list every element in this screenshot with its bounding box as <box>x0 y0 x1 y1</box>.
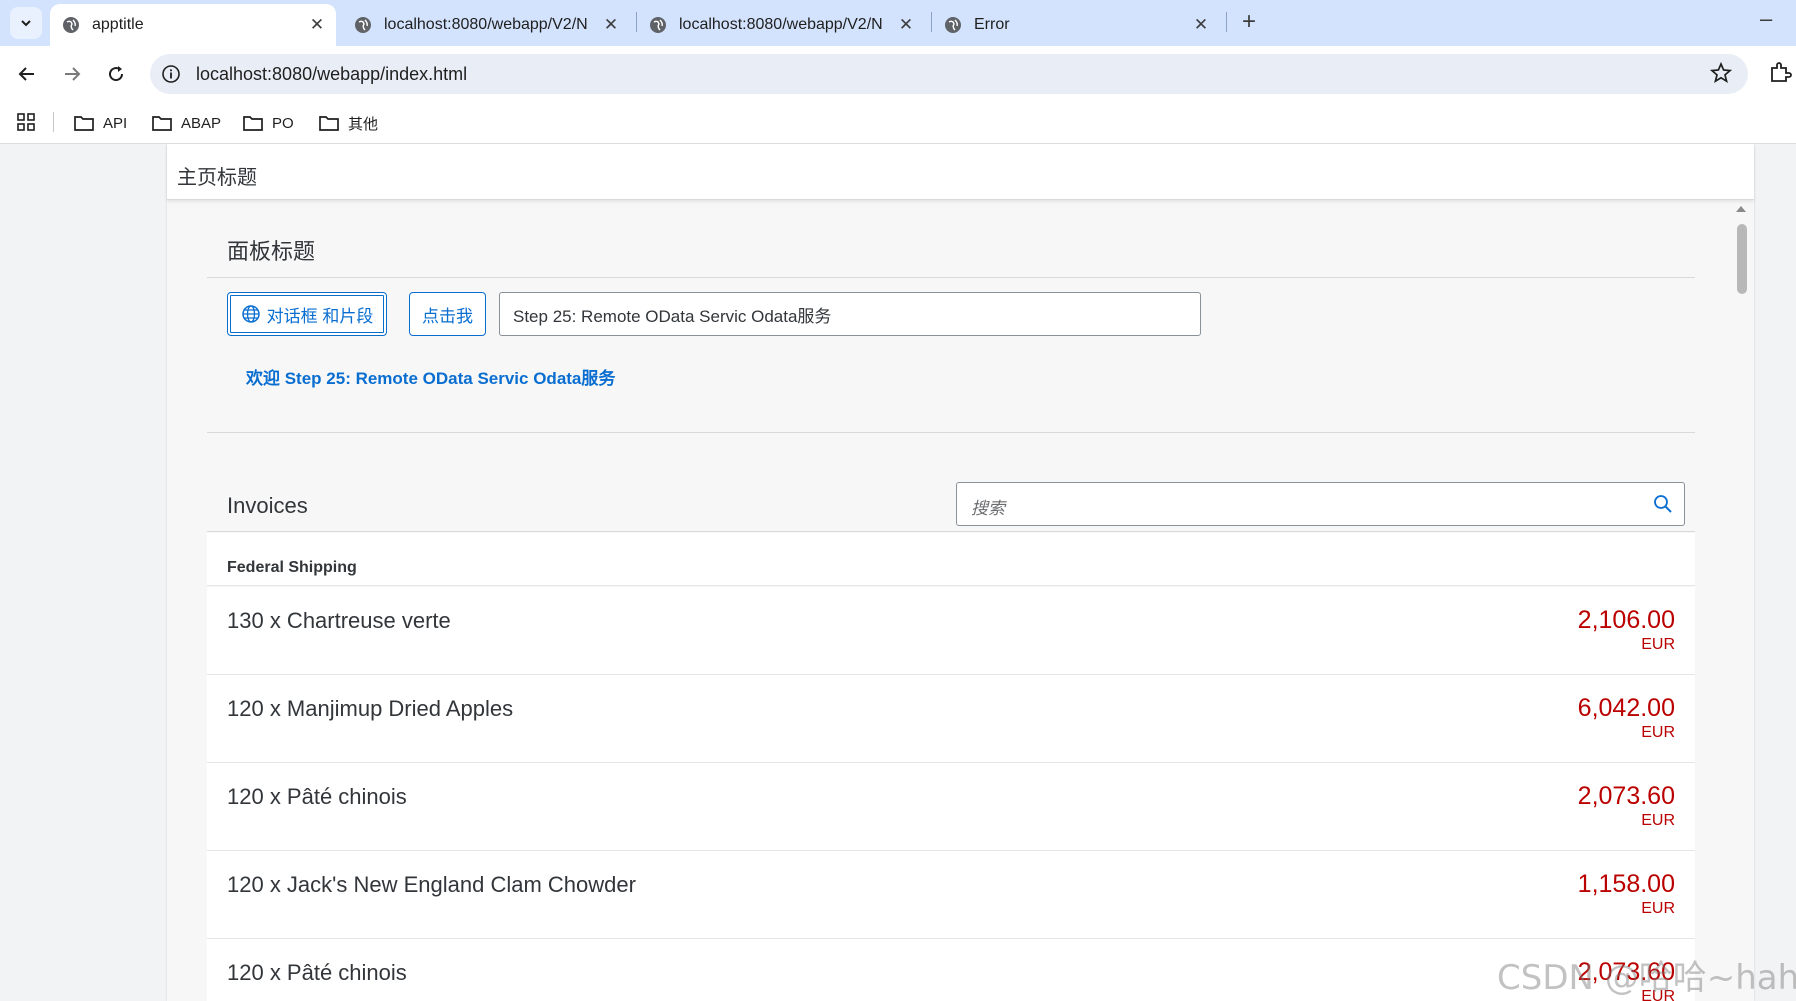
close-tab-icon[interactable]: ✕ <box>1188 15 1214 35</box>
bookmark-folder-other[interactable]: 其他 <box>318 110 378 136</box>
search-icon[interactable] <box>1652 493 1674 515</box>
name-input[interactable]: Step 25: Remote OData Servic Odata服务 <box>499 292 1201 336</box>
tab-separator <box>1226 12 1227 32</box>
arrow-left-icon <box>18 67 34 81</box>
tab-title: localhost:8080/webapp/V2/N <box>679 16 883 33</box>
panel-title: 面板标题 <box>227 239 316 264</box>
tab-title: Error <box>974 16 1010 33</box>
folder-icon <box>243 116 263 131</box>
back-button[interactable] <box>11 58 43 90</box>
reload-icon <box>109 66 124 82</box>
panel-header: 面板标题 <box>207 200 1695 278</box>
tab-error[interactable]: Error ✕ <box>932 4 1220 46</box>
name-input-value: Step 25: Remote OData Servic Odata服务 <box>513 306 832 326</box>
bookmark-label: ABAP <box>181 114 222 132</box>
invoice-item[interactable]: 120 x Manjimup Dried Apples 6,042.00 EUR <box>207 675 1695 763</box>
invoice-item-currency: EUR <box>1641 812 1675 829</box>
tab-title: apptitle <box>92 16 144 33</box>
invoice-item-currency: EUR <box>1641 724 1675 741</box>
bookmark-folder-api[interactable]: API <box>73 110 127 136</box>
tab-apptitle[interactable]: apptitle ✕ <box>50 4 336 46</box>
arrow-right-icon <box>65 67 81 81</box>
search-placeholder: 搜索 <box>971 499 1005 518</box>
group-title: Federal Shipping <box>227 559 357 576</box>
globe-icon <box>355 17 371 33</box>
apps-grid-icon[interactable] <box>16 112 36 132</box>
search-field[interactable]: 搜索 <box>956 482 1685 526</box>
invoice-item-name: 120 x Pâté chinois <box>227 784 407 809</box>
invoice-item-name: 120 x Pâté chinois <box>227 960 407 985</box>
invoice-item-amount: 2,073.60 <box>1577 782 1675 810</box>
invoice-item[interactable]: 120 x Pâté chinois 2,073.60 EUR <box>207 939 1695 1001</box>
tab-localhost-2[interactable]: localhost:8080/webapp/V2/N ✕ <box>637 4 925 46</box>
invoice-item-name: 120 x Manjimup Dried Apples <box>227 696 514 721</box>
scroll-up-arrow[interactable] <box>1736 206 1746 212</box>
tab-title: localhost:8080/webapp/V2/N <box>384 16 588 33</box>
bookmark-star-icon[interactable] <box>1710 62 1732 84</box>
invoice-item-amount: 2,106.00 <box>1577 606 1675 634</box>
invoice-item-amount: 1,158.00 <box>1577 870 1675 898</box>
scrollbar-thumb[interactable] <box>1737 224 1747 294</box>
watermark: CSDN @哈哈~haha <box>1497 958 1796 998</box>
folder-icon <box>152 116 172 131</box>
tab-search-button[interactable] <box>10 7 42 39</box>
world-icon <box>241 305 260 323</box>
close-tab-icon[interactable]: ✕ <box>598 15 624 35</box>
minimize-window-button[interactable]: – <box>1760 6 1772 32</box>
site-info-icon[interactable] <box>160 63 182 85</box>
bookmark-label: API <box>103 114 128 132</box>
group-header: Federal Shipping <box>207 533 1695 586</box>
invoice-list-toolbar: Invoices 搜索 <box>207 468 1695 532</box>
click-me-button[interactable]: 点击我 <box>409 292 486 336</box>
browser-toolbar: localhost:8080/webapp/index.html <box>0 46 1796 102</box>
close-tab-icon[interactable]: ✕ <box>304 15 330 35</box>
invoice-item-amount: 6,042.00 <box>1577 694 1675 722</box>
close-tab-icon[interactable]: ✕ <box>893 15 919 35</box>
page-title: 主页标题 <box>177 167 257 189</box>
invoice-item[interactable]: 120 x Jack's New England Clam Chowder 1,… <box>207 851 1695 939</box>
panel-divider <box>207 432 1695 433</box>
extensions-icon[interactable] <box>1768 60 1792 84</box>
bookmarks-separator <box>53 112 54 132</box>
globe-icon <box>650 17 666 33</box>
invoice-item-name: 130 x Chartreuse verte <box>227 608 451 633</box>
reload-button[interactable] <box>100 58 132 90</box>
folder-icon <box>319 116 339 131</box>
folder-icon <box>74 116 94 131</box>
tab-localhost-1[interactable]: localhost:8080/webapp/V2/N ✕ <box>342 4 630 46</box>
invoice-list-title: Invoices <box>227 493 308 518</box>
welcome-text: 欢迎 Step 25: Remote OData Servic Odata服务 <box>246 369 616 388</box>
chevron-down-icon <box>21 20 31 27</box>
bookmark-folder-po[interactable]: PO <box>242 110 294 136</box>
invoice-item-currency: EUR <box>1641 900 1675 917</box>
page-viewport: 主页标题 面板标题 对话框 和片段 点击我 Step 25: Remote OD… <box>0 144 1796 1001</box>
tab-strip: apptitle ✕ localhost:8080/webapp/V2/N ✕ … <box>0 0 1796 46</box>
globe-icon <box>945 17 961 33</box>
invoice-item-currency: EUR <box>1641 636 1675 653</box>
globe-icon <box>63 17 79 33</box>
app-shell: 主页标题 面板标题 对话框 和片段 点击我 Step 25: Remote OD… <box>167 144 1754 1001</box>
click-me-button-label: 点击我 <box>422 306 473 326</box>
bookmark-label: 其他 <box>348 115 379 133</box>
url-text[interactable]: localhost:8080/webapp/index.html <box>196 64 467 85</box>
invoice-item-name: 120 x Jack's New England Clam Chowder <box>227 872 636 897</box>
forward-button[interactable] <box>56 58 88 90</box>
invoice-item[interactable]: 120 x Pâté chinois 2,073.60 EUR <box>207 763 1695 851</box>
new-tab-button[interactable]: + <box>1234 8 1264 38</box>
invoice-item[interactable]: 130 x Chartreuse verte 2,106.00 EUR <box>207 587 1695 675</box>
bookmark-folder-abap[interactable]: ABAP <box>151 110 221 136</box>
open-dialog-button-label: 对话框 和片段 <box>266 306 374 326</box>
open-dialog-button[interactable]: 对话框 和片段 <box>227 292 387 336</box>
bookmarks-bar: API ABAP PO 其他 <box>0 102 1796 144</box>
bookmark-label: PO <box>272 114 294 132</box>
address-bar[interactable]: localhost:8080/webapp/index.html <box>150 54 1748 94</box>
app-header: 主页标题 <box>167 144 1754 200</box>
